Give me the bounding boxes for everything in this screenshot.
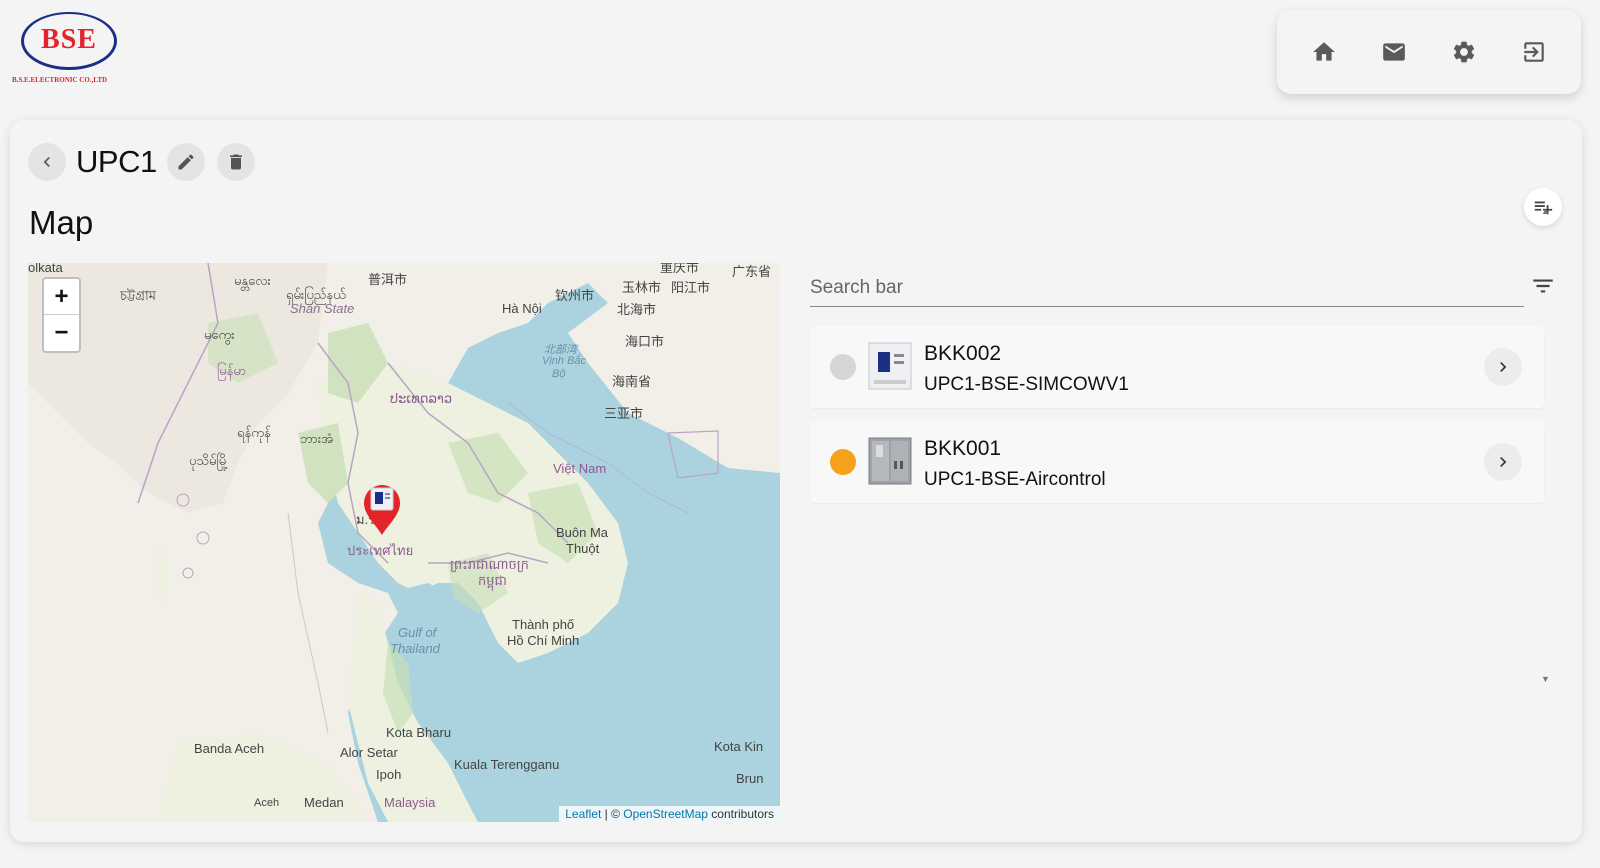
mail-icon (1383, 43, 1405, 61)
map-label: 北海市 (617, 302, 657, 317)
map-label: កម្ពុជា (478, 573, 507, 588)
map-label: চট্টগ্রাম (120, 288, 156, 303)
map-label: Hồ Chí Minh (507, 633, 580, 648)
page-title: UPC1 (76, 144, 157, 179)
map-label: Thailand (390, 641, 440, 656)
device-thumbnail (868, 437, 912, 485)
map-label: Aceh (254, 797, 280, 809)
mail-button[interactable] (1372, 30, 1416, 74)
map-label: Banda Aceh (194, 741, 265, 756)
home-icon (1313, 42, 1335, 61)
settings-button[interactable] (1442, 30, 1486, 74)
map-label: Việt Nam (553, 461, 607, 476)
map-label: 广东省 (732, 264, 772, 279)
map-label: Ipoh (376, 767, 402, 782)
zoom-in-button[interactable]: + (44, 279, 79, 315)
attribution-separator: | © (601, 807, 624, 821)
map-pin-icon (364, 485, 400, 535)
filter-button[interactable] (1529, 272, 1557, 300)
logo-subtitle: B.S.E.ELECTRONIC CO.,LTD (12, 76, 108, 84)
map-label: မန္တလေး (234, 273, 271, 288)
chevron-right-icon (1500, 457, 1507, 467)
map-label: 海南省 (612, 374, 652, 389)
map-label: ဘားအံ (300, 431, 334, 446)
map-label: Hà Nội (502, 301, 542, 316)
device-thumbnail (868, 342, 912, 390)
map-label: 阳江市 (671, 280, 711, 295)
chevron-left-icon (43, 157, 50, 167)
map-label: Bộ (552, 368, 566, 380)
map-attribution: Leaflet | © OpenStreetMap contributors (559, 806, 780, 822)
title-row: UPC1 (28, 142, 255, 182)
map-label: ပုသိမ်မြို့ (189, 453, 229, 468)
device-name: BKK001 (924, 437, 1002, 460)
attribution-suffix: contributors (707, 807, 774, 821)
open-device-button[interactable] (1484, 443, 1522, 481)
map-label: Kuala Terengganu (454, 757, 560, 772)
logout-button[interactable] (1512, 30, 1556, 74)
leaflet-link[interactable]: Leaflet (565, 807, 601, 821)
map-label: olkata (28, 263, 63, 275)
status-indicator (830, 354, 856, 380)
back-button[interactable] (28, 143, 66, 181)
map-label: မြန်မာ (217, 363, 247, 378)
map-label: Thành phố (512, 617, 575, 632)
status-indicator (830, 449, 856, 475)
map-label: Alor Setar (340, 745, 398, 760)
map-label: မကွေး (204, 327, 235, 342)
map-label: 重庆市 (660, 263, 700, 275)
device-item[interactable]: BKK002 UPC1-BSE-SIMCOWV1 (810, 326, 1544, 408)
open-device-button[interactable] (1484, 348, 1522, 386)
zoom-out-button[interactable]: − (44, 315, 79, 351)
map-label: Malaysia (384, 795, 436, 810)
map-label: Brun (736, 771, 764, 786)
map-label: Vịnh Bắc (542, 355, 587, 367)
delete-button[interactable] (216, 143, 255, 181)
edit-button[interactable] (166, 143, 205, 181)
scroll-down-arrow[interactable]: ▼ (1541, 674, 1550, 684)
map-label: Kota Bharu (386, 725, 452, 740)
company-logo: BSE B.S.E.ELECTRONIC CO.,LTD (12, 10, 130, 90)
home-button[interactable] (1302, 30, 1346, 74)
device-name: BKK002 (924, 342, 1002, 365)
map-label: Medan (304, 795, 344, 810)
map-view[interactable]: + − olkata চট্টগ্রাম မန္တလေး ရှမ်းပြည်နယ… (28, 263, 780, 822)
device-model: UPC1-BSE-SIMCOWV1 (924, 374, 1129, 395)
map-label: 玉林市 (622, 280, 662, 295)
trash-icon (229, 154, 242, 170)
pencil-icon (178, 154, 194, 170)
section-title: Map (29, 204, 94, 241)
map-label: 三亚市 (604, 406, 644, 421)
map-label: ရန်ကုန် (237, 425, 271, 440)
map-label: ประเทศไทย (347, 543, 414, 558)
map-label: Buôn Ma (556, 525, 609, 540)
chevron-right-icon (1500, 362, 1507, 372)
device-list: BKK002 UPC1-BSE-SIMCOWV1 BKK001 UPC1-BSE… (810, 326, 1544, 806)
search-container (810, 263, 1524, 307)
map-label: Thuột (566, 541, 600, 556)
top-nav-bar (1277, 10, 1581, 94)
map-label: 钦州市 (555, 288, 595, 303)
device-item[interactable]: BKK001 UPC1-BSE-Aircontrol (810, 421, 1544, 503)
search-input[interactable] (810, 263, 1524, 305)
scroll-up-arrow[interactable]: ▲ (1541, 206, 1550, 216)
map-label: 海口市 (625, 334, 665, 349)
device-model: UPC1-BSE-Aircontrol (924, 469, 1106, 490)
filter-icon (1533, 279, 1553, 293)
map-label: Kota Kin (714, 739, 764, 754)
device-location-marker[interactable] (362, 483, 402, 537)
osm-link[interactable]: OpenStreetMap (623, 807, 708, 821)
logout-icon (1524, 42, 1544, 62)
map-label: ປະເທດລາວ (390, 391, 453, 406)
map-label: 普洱市 (368, 272, 408, 287)
map-label: Gulf of (398, 625, 437, 640)
zoom-control: + − (42, 277, 81, 353)
map-label: Shan State (290, 301, 355, 316)
gear-icon (1453, 41, 1475, 63)
logo-text: BSE (41, 24, 97, 55)
